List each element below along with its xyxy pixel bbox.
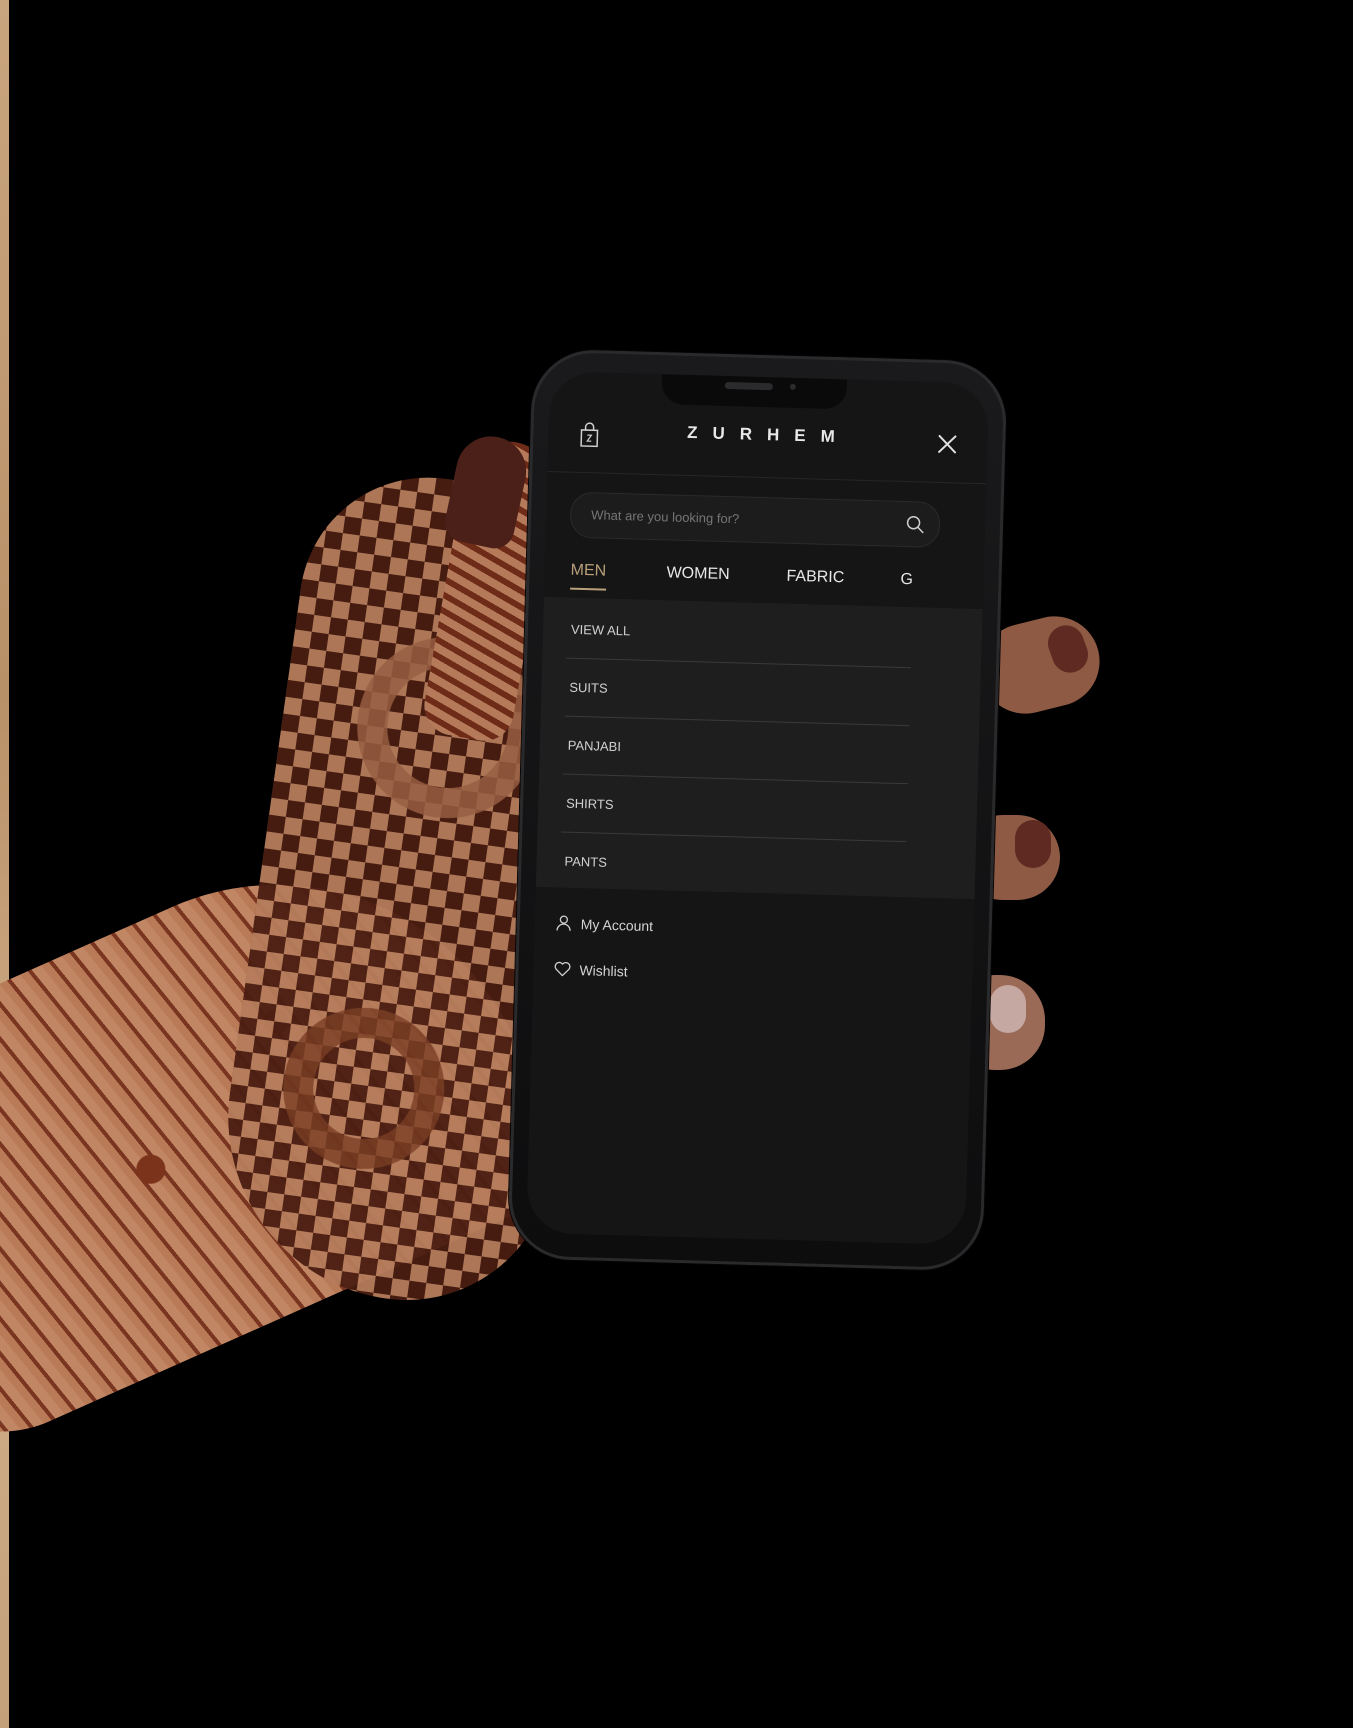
background-edge (0, 0, 9, 1728)
submenu-item-label: PANJABI (567, 737, 622, 755)
tab-next[interactable]: G (900, 571, 913, 589)
finger-nail (1015, 820, 1051, 868)
tab-fabric[interactable]: FABRIC (786, 568, 844, 588)
submenu-item-label: SHIRTS (565, 795, 614, 812)
close-icon[interactable] (935, 432, 960, 457)
brand-logo[interactable]: ZURHEM (658, 422, 878, 448)
tab-women[interactable]: WOMEN (666, 564, 730, 584)
phone-notch (661, 374, 848, 410)
submenu-item-view-all[interactable]: VIEW ALL (566, 599, 913, 669)
submenu-item-label: VIEW ALL (570, 621, 631, 639)
search-input[interactable] (588, 506, 874, 532)
submenu-item-label: PANTS (564, 853, 608, 870)
submenu-item-panjabi[interactable]: PANJABI (562, 715, 910, 785)
earpiece-speaker (724, 381, 773, 391)
phone-screen: ZURHEM MEN WOMEN FABRIC G (526, 371, 990, 1245)
men-submenu: VIEW ALL SUITS PANJABI SHIRTS PANTS (535, 596, 983, 900)
heart-icon (554, 961, 571, 977)
finger-nail (990, 985, 1026, 1033)
submenu-item-shirts[interactable]: SHIRTS (561, 773, 908, 843)
account-links: My Account Wishlist (535, 911, 974, 979)
app-header: ZURHEM (547, 401, 989, 485)
wishlist-link[interactable]: Wishlist (553, 957, 628, 983)
photo-scene: ZURHEM MEN WOMEN FABRIC G (0, 0, 1353, 1728)
my-account-link[interactable]: My Account (554, 911, 653, 937)
tab-men[interactable]: MEN (570, 562, 606, 581)
user-icon (556, 915, 571, 931)
smartphone: ZURHEM MEN WOMEN FABRIC G (507, 348, 1008, 1272)
submenu-item-label: SUITS (569, 679, 608, 696)
shopping-bag-icon[interactable] (578, 422, 601, 449)
search-bar[interactable] (569, 491, 941, 548)
my-account-label: My Account (580, 916, 654, 935)
submenu-item-pants[interactable]: PANTS (560, 832, 906, 900)
wishlist-label: Wishlist (579, 962, 628, 980)
search-icon[interactable] (905, 514, 926, 535)
submenu-item-suits[interactable]: SUITS (564, 657, 912, 727)
